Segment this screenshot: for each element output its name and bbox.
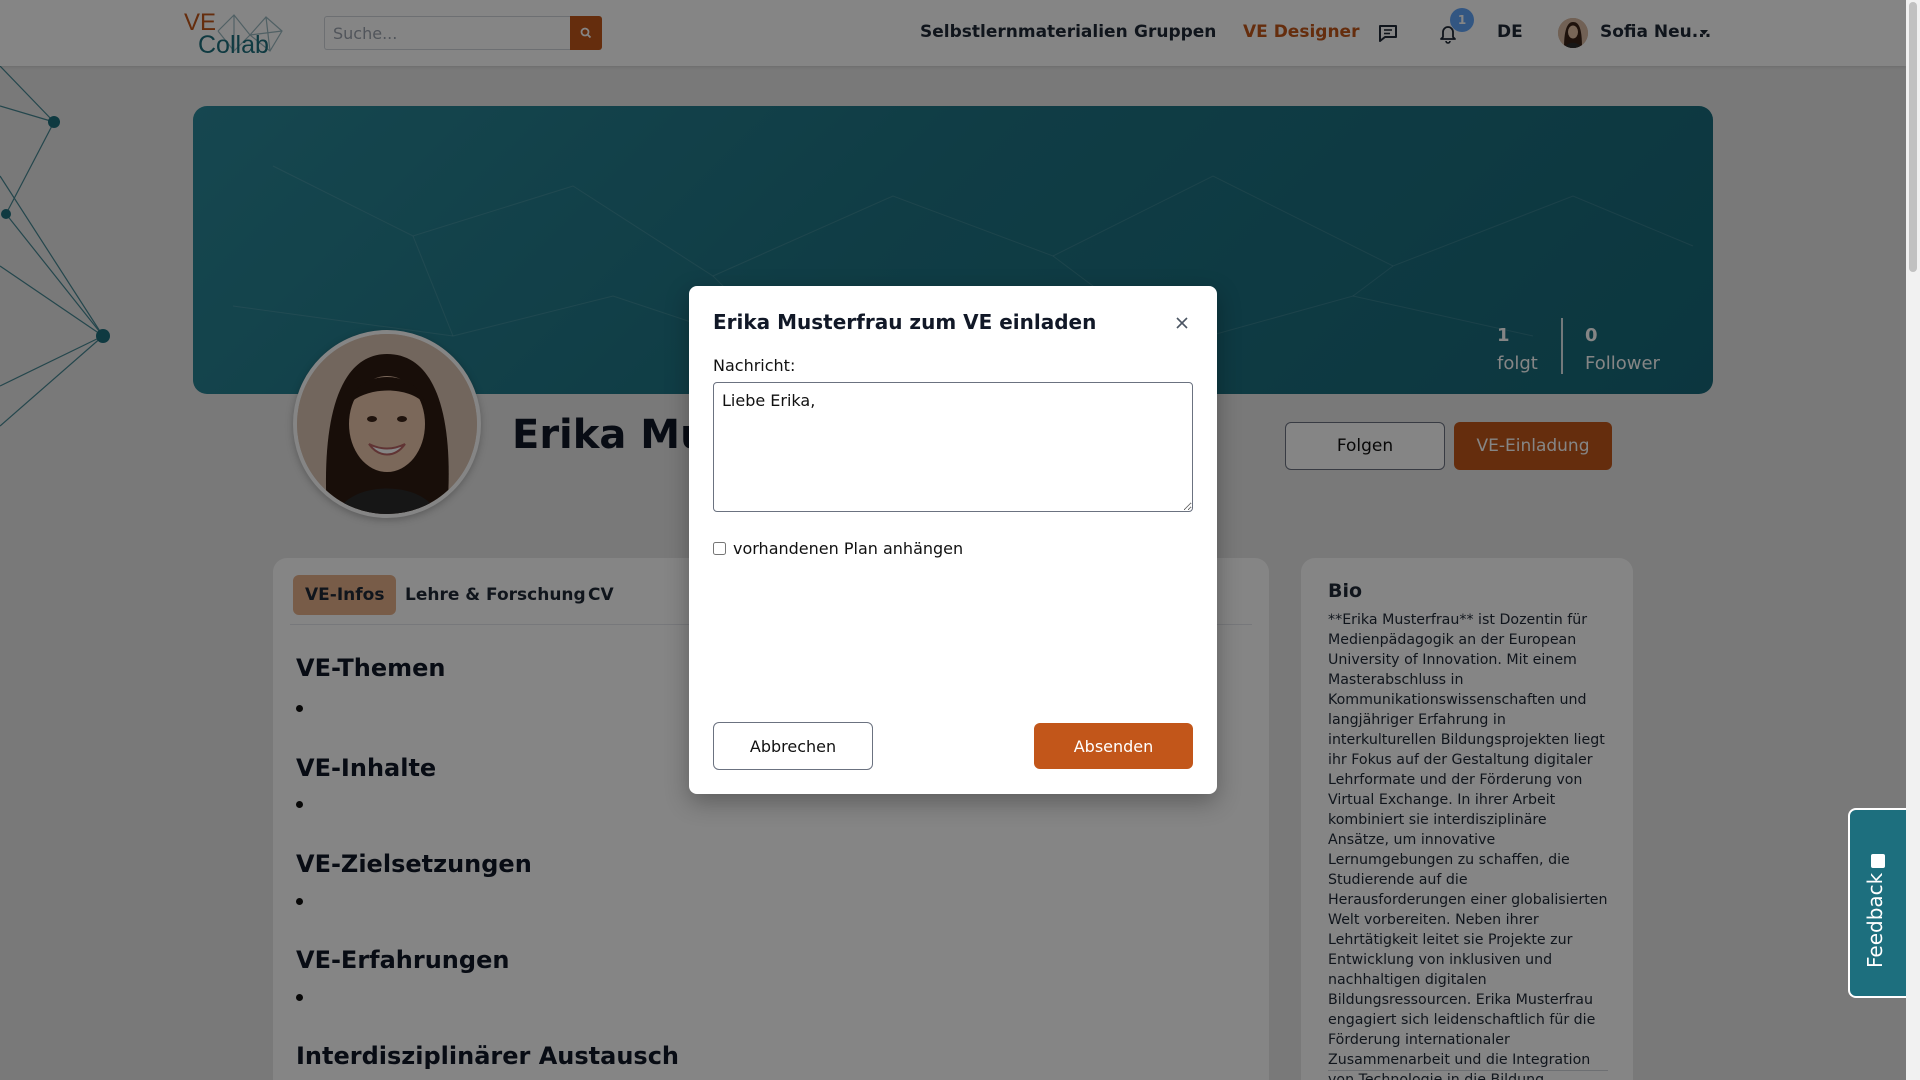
invite-dialog: Erika Musterfrau zum VE einladen Nachric… bbox=[689, 286, 1217, 794]
message-label: Nachricht: bbox=[713, 356, 796, 375]
cancel-button[interactable]: Abbrechen bbox=[713, 722, 873, 770]
page-scrollbar[interactable] bbox=[1906, 0, 1920, 1080]
attach-plan-label[interactable]: vorhandenen Plan anhängen bbox=[733, 539, 963, 558]
close-button[interactable] bbox=[1172, 313, 1192, 333]
submit-button[interactable]: Absenden bbox=[1034, 723, 1193, 769]
feedback-tab[interactable]: Feedback bbox=[1848, 808, 1906, 998]
close-icon bbox=[1176, 317, 1188, 329]
external-link-icon bbox=[1871, 854, 1885, 868]
attach-plan-checkbox[interactable] bbox=[713, 542, 726, 555]
dialog-title: Erika Musterfrau zum VE einladen bbox=[713, 310, 1097, 334]
message-textarea[interactable]: Liebe Erika, bbox=[713, 382, 1193, 512]
scrollbar-thumb[interactable] bbox=[1909, 2, 1917, 272]
feedback-label: Feedback bbox=[1863, 872, 1887, 968]
